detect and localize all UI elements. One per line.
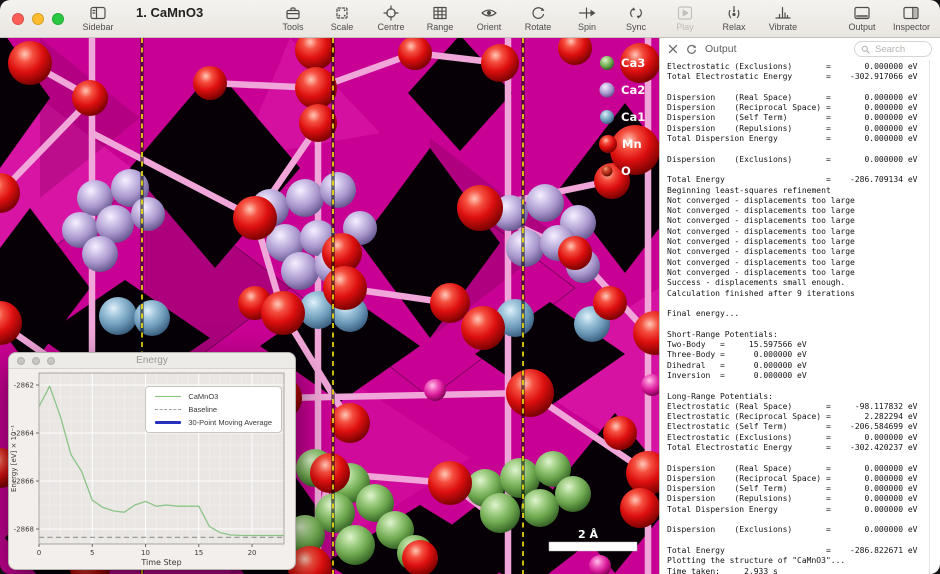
search-input[interactable] [873, 43, 925, 56]
zoom-window-button[interactable] [52, 13, 64, 25]
energy-chart-legend: CaMnO3 Baseline 30-Point Moving Average [145, 386, 282, 433]
energy-window-title: Energy [9, 355, 295, 366]
tools-button[interactable]: Tools [275, 5, 311, 32]
toolbar: Tools Scale Centre [275, 5, 930, 32]
app-window: Sidebar 1. CaMnO3 Tools Scale [0, 0, 940, 574]
window-title: 1. CaMnO3 [136, 5, 203, 33]
play-icon [675, 5, 695, 21]
svg-text:-2868: -2868 [14, 526, 34, 534]
legend-ca1-label: Ca1 [621, 110, 645, 124]
legend-entry-moving-average: 30-Point Moving Average [155, 418, 272, 427]
inspector-toggle-button[interactable]: Inspector [893, 5, 930, 32]
close-output-icon[interactable] [668, 44, 678, 54]
titlebar[interactable]: Sidebar 1. CaMnO3 Tools Scale [0, 0, 940, 38]
inspector-panel-icon [901, 5, 921, 21]
svg-text:-2862: -2862 [14, 382, 34, 390]
legend-ca2-sphere [600, 83, 615, 98]
traffic-lights [12, 13, 64, 25]
legend-ca2-label: Ca2 [621, 83, 645, 97]
output-panel: Output Electrostatic (Exclusions) = 0.00… [659, 38, 940, 574]
scale-bar-label: 2 Å [578, 528, 598, 541]
spin-icon [577, 5, 597, 21]
rotate-button[interactable]: Rotate [520, 5, 556, 32]
vibrate-icon [773, 5, 793, 21]
svg-text:10: 10 [141, 549, 150, 557]
legend-ca3-sphere [600, 56, 614, 70]
output-search-field[interactable] [854, 41, 932, 57]
legend-mn-sphere [599, 135, 617, 153]
rotate-icon [528, 5, 548, 21]
svg-text:0: 0 [37, 549, 41, 557]
sidebar-icon [88, 5, 108, 21]
svg-text:Time Step: Time Step [140, 558, 181, 567]
search-icon [861, 45, 870, 54]
sidebar-label: Sidebar [82, 22, 113, 32]
dashed-line-swatch [155, 409, 181, 410]
centre-icon [381, 5, 401, 21]
orient-eye-icon [479, 5, 499, 21]
spin-button[interactable]: Spin [569, 5, 605, 32]
sidebar-toggle-button[interactable]: Sidebar [80, 5, 116, 32]
close-window-button[interactable] [12, 13, 24, 25]
range-button[interactable]: Range [422, 5, 458, 32]
range-icon [430, 5, 450, 21]
output-toggle-button[interactable]: Output [844, 5, 880, 32]
legend-o-label: O [621, 164, 631, 178]
legend-mn-label: Mn [622, 137, 642, 151]
green-line-swatch [155, 396, 181, 397]
legend-entry-baseline: Baseline [155, 405, 272, 414]
legend-entry-camno3: CaMnO3 [155, 392, 272, 401]
relax-button[interactable]: Relax [716, 5, 752, 32]
energy-window-titlebar[interactable]: Energy [9, 353, 295, 369]
minimize-window-button[interactable] [32, 13, 44, 25]
svg-text:15: 15 [194, 549, 203, 557]
refresh-output-icon[interactable] [686, 44, 697, 55]
output-panel-icon [852, 5, 872, 21]
tools-icon [283, 5, 303, 21]
legend-o-sphere [602, 166, 613, 177]
svg-text:Energy [eV] × 10⁻¹: Energy [eV] × 10⁻¹ [10, 425, 18, 492]
scale-button[interactable]: Scale [324, 5, 360, 32]
vibrate-button[interactable]: Vibrate [765, 5, 801, 32]
centre-button[interactable]: Centre [373, 5, 409, 32]
output-console-text: Electrostatic (Exclusions) = 0.000000 eV… [660, 60, 940, 574]
legend-ca3-label: Ca3 [621, 56, 645, 70]
energy-chart-window: Energy -2862-2864-2866-286805101520Time … [8, 352, 296, 570]
svg-text:20: 20 [248, 549, 257, 557]
output-panel-header: Output [660, 38, 940, 60]
blue-line-swatch [155, 421, 181, 424]
play-button: Play [667, 5, 703, 32]
scale-icon [332, 5, 352, 21]
legend-ca1-sphere [600, 110, 614, 124]
sync-button[interactable]: Sync [618, 5, 654, 32]
relax-icon [724, 5, 744, 21]
orient-button[interactable]: Orient [471, 5, 507, 32]
sync-icon [626, 5, 646, 21]
output-panel-title: Output [705, 43, 737, 55]
svg-text:5: 5 [90, 549, 94, 557]
